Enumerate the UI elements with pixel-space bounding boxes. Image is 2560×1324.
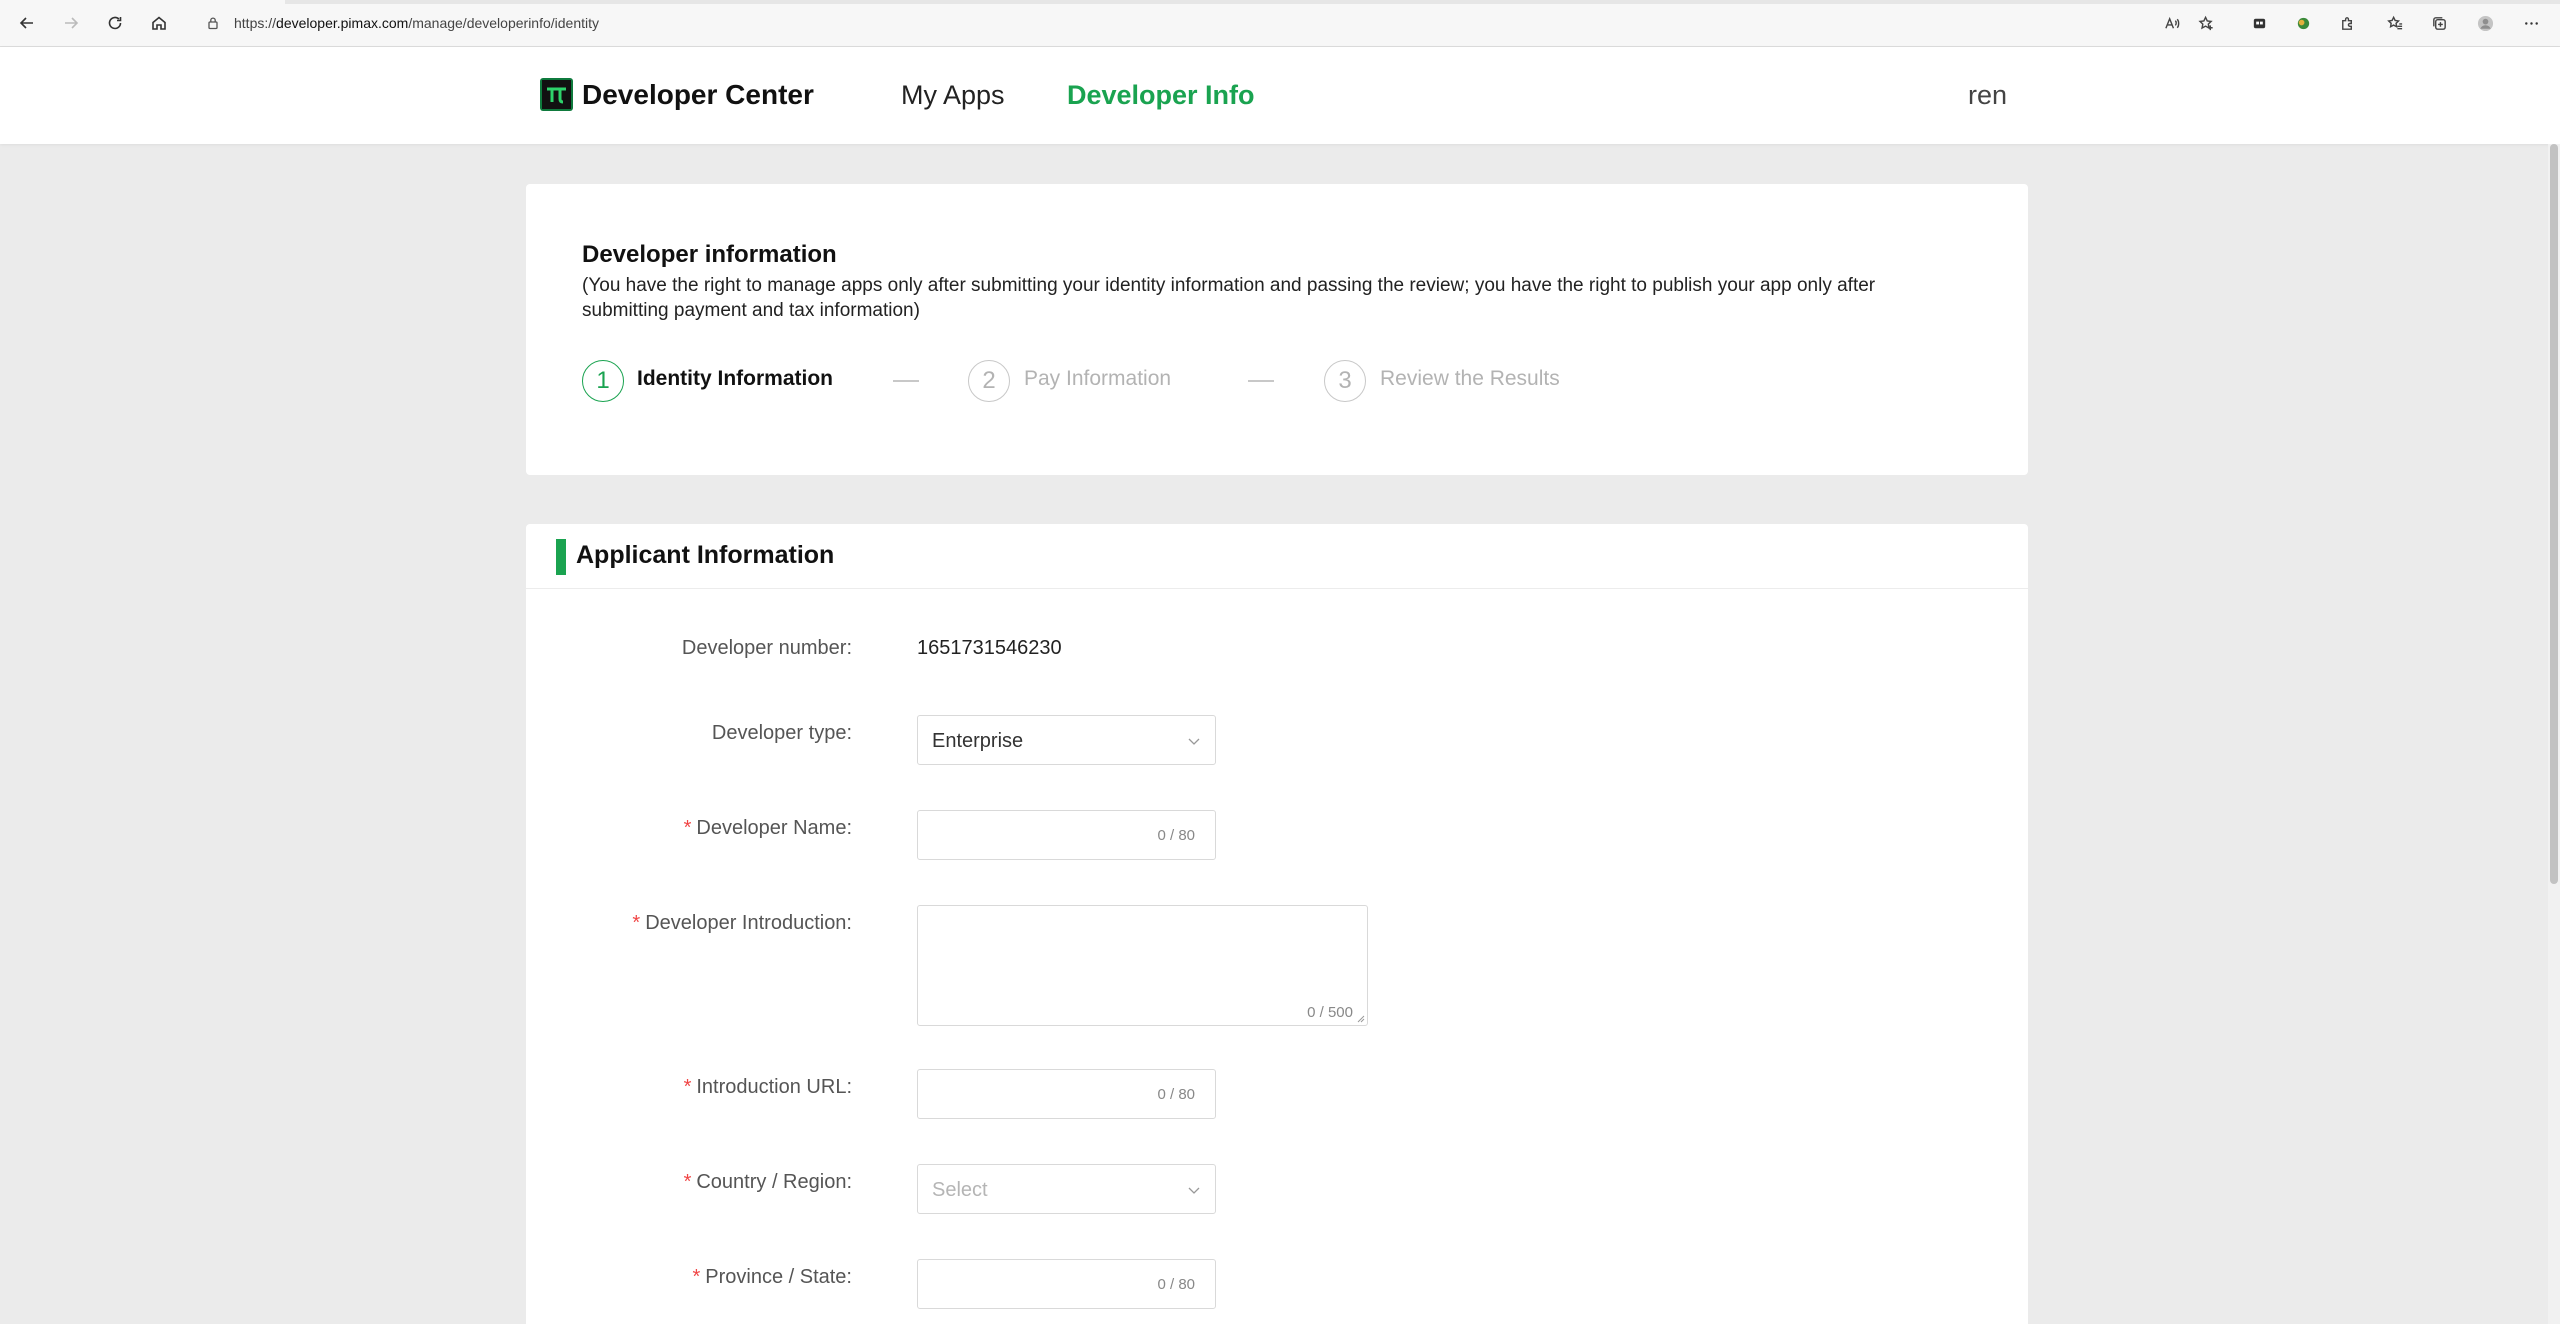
country-placeholder: Select	[932, 1179, 988, 1201]
province-state-label: * Province / State:	[692, 1266, 852, 1288]
nav-my-apps[interactable]: My Apps	[901, 78, 1005, 112]
home-icon[interactable]	[148, 12, 170, 34]
char-counter: 0 / 80	[1157, 827, 1195, 844]
developer-name-label: * Developer Name:	[683, 817, 852, 839]
step-3-label: Review the Results	[1380, 367, 1560, 390]
developer-introduction-textarea[interactable]: 0 / 500	[917, 905, 1368, 1026]
chevron-down-icon	[1188, 1187, 1200, 1194]
step-2-circle: 2	[968, 360, 1010, 402]
step-divider	[1248, 380, 1274, 382]
developer-number-value: 1651731546230	[917, 637, 1062, 659]
step-divider	[893, 380, 919, 382]
char-counter: 0 / 80	[1157, 1276, 1195, 1293]
site-header: Developer Center My Apps Developer Info …	[0, 47, 2560, 144]
extensions-puzzle-icon[interactable]	[2336, 12, 2358, 34]
favorite-add-icon[interactable]	[2195, 12, 2217, 34]
developer-info-card: Developer information (You have the righ…	[526, 184, 2028, 475]
introduction-url-input[interactable]: 0 / 80	[917, 1069, 1216, 1119]
developer-introduction-label: * Developer Introduction:	[632, 912, 852, 934]
char-counter: 0 / 500	[1307, 1004, 1353, 1021]
lock-icon	[208, 17, 218, 30]
applicant-form-card: Applicant Information Developer number: …	[526, 524, 2028, 1324]
province-state-input[interactable]: 0 / 80	[917, 1259, 1216, 1309]
pimax-logo-icon[interactable]	[540, 78, 573, 111]
developer-name-input[interactable]: 0 / 80	[917, 810, 1216, 860]
country-region-label: * Country / Region:	[683, 1171, 852, 1193]
country-region-select[interactable]: Select	[917, 1164, 1216, 1214]
char-counter: 0 / 80	[1157, 1086, 1195, 1103]
brand-title[interactable]: Developer Center	[582, 78, 814, 112]
collections-icon[interactable]	[2428, 12, 2450, 34]
back-icon[interactable]	[16, 12, 38, 34]
nav-developer-info[interactable]: Developer Info	[1067, 78, 1255, 112]
introduction-url-label: * Introduction URL:	[683, 1076, 852, 1098]
developer-number-label: Developer number:	[681, 637, 852, 659]
step-1-circle: 1	[582, 360, 624, 402]
info-description: (You have the right to manage apps only …	[582, 275, 1876, 321]
read-aloud-icon[interactable]	[2161, 12, 2183, 34]
section-accent-bar	[556, 539, 566, 575]
developer-type-select[interactable]: Enterprise	[917, 715, 1216, 765]
chevron-down-icon	[1188, 738, 1200, 745]
address-bar[interactable]: https://developer.pimax.com/manage/devel…	[196, 10, 2194, 36]
extension-icon-2[interactable]	[2292, 12, 2314, 34]
section-header: Applicant Information	[526, 524, 2028, 589]
step-1-label: Identity Information	[637, 367, 833, 390]
browser-toolbar: https://developer.pimax.com/manage/devel…	[0, 0, 2560, 47]
profile-avatar-icon[interactable]	[2474, 12, 2496, 34]
step-3-circle: 3	[1324, 360, 1366, 402]
favorites-icon[interactable]	[2384, 12, 2406, 34]
developer-type-label: Developer type:	[711, 722, 852, 744]
page-title: Developer information	[582, 241, 837, 268]
url-text: https://developer.pimax.com/manage/devel…	[234, 15, 600, 31]
more-menu-icon[interactable]	[2520, 12, 2542, 34]
scrollbar-thumb[interactable]	[2550, 144, 2558, 884]
refresh-icon[interactable]	[104, 12, 126, 34]
user-name[interactable]: ren	[1968, 78, 2007, 112]
section-title: Applicant Information	[576, 541, 835, 569]
page-scrollbar[interactable]	[2548, 144, 2560, 1324]
developer-type-value: Enterprise	[932, 730, 1024, 752]
step-2-label: Pay Information	[1024, 367, 1172, 390]
resize-grip-icon[interactable]	[1357, 1015, 1365, 1023]
active-tab[interactable]	[0, 0, 285, 4]
forward-icon[interactable]	[60, 12, 82, 34]
tab-strip	[0, 0, 2560, 4]
extension-icon[interactable]	[2248, 12, 2270, 34]
